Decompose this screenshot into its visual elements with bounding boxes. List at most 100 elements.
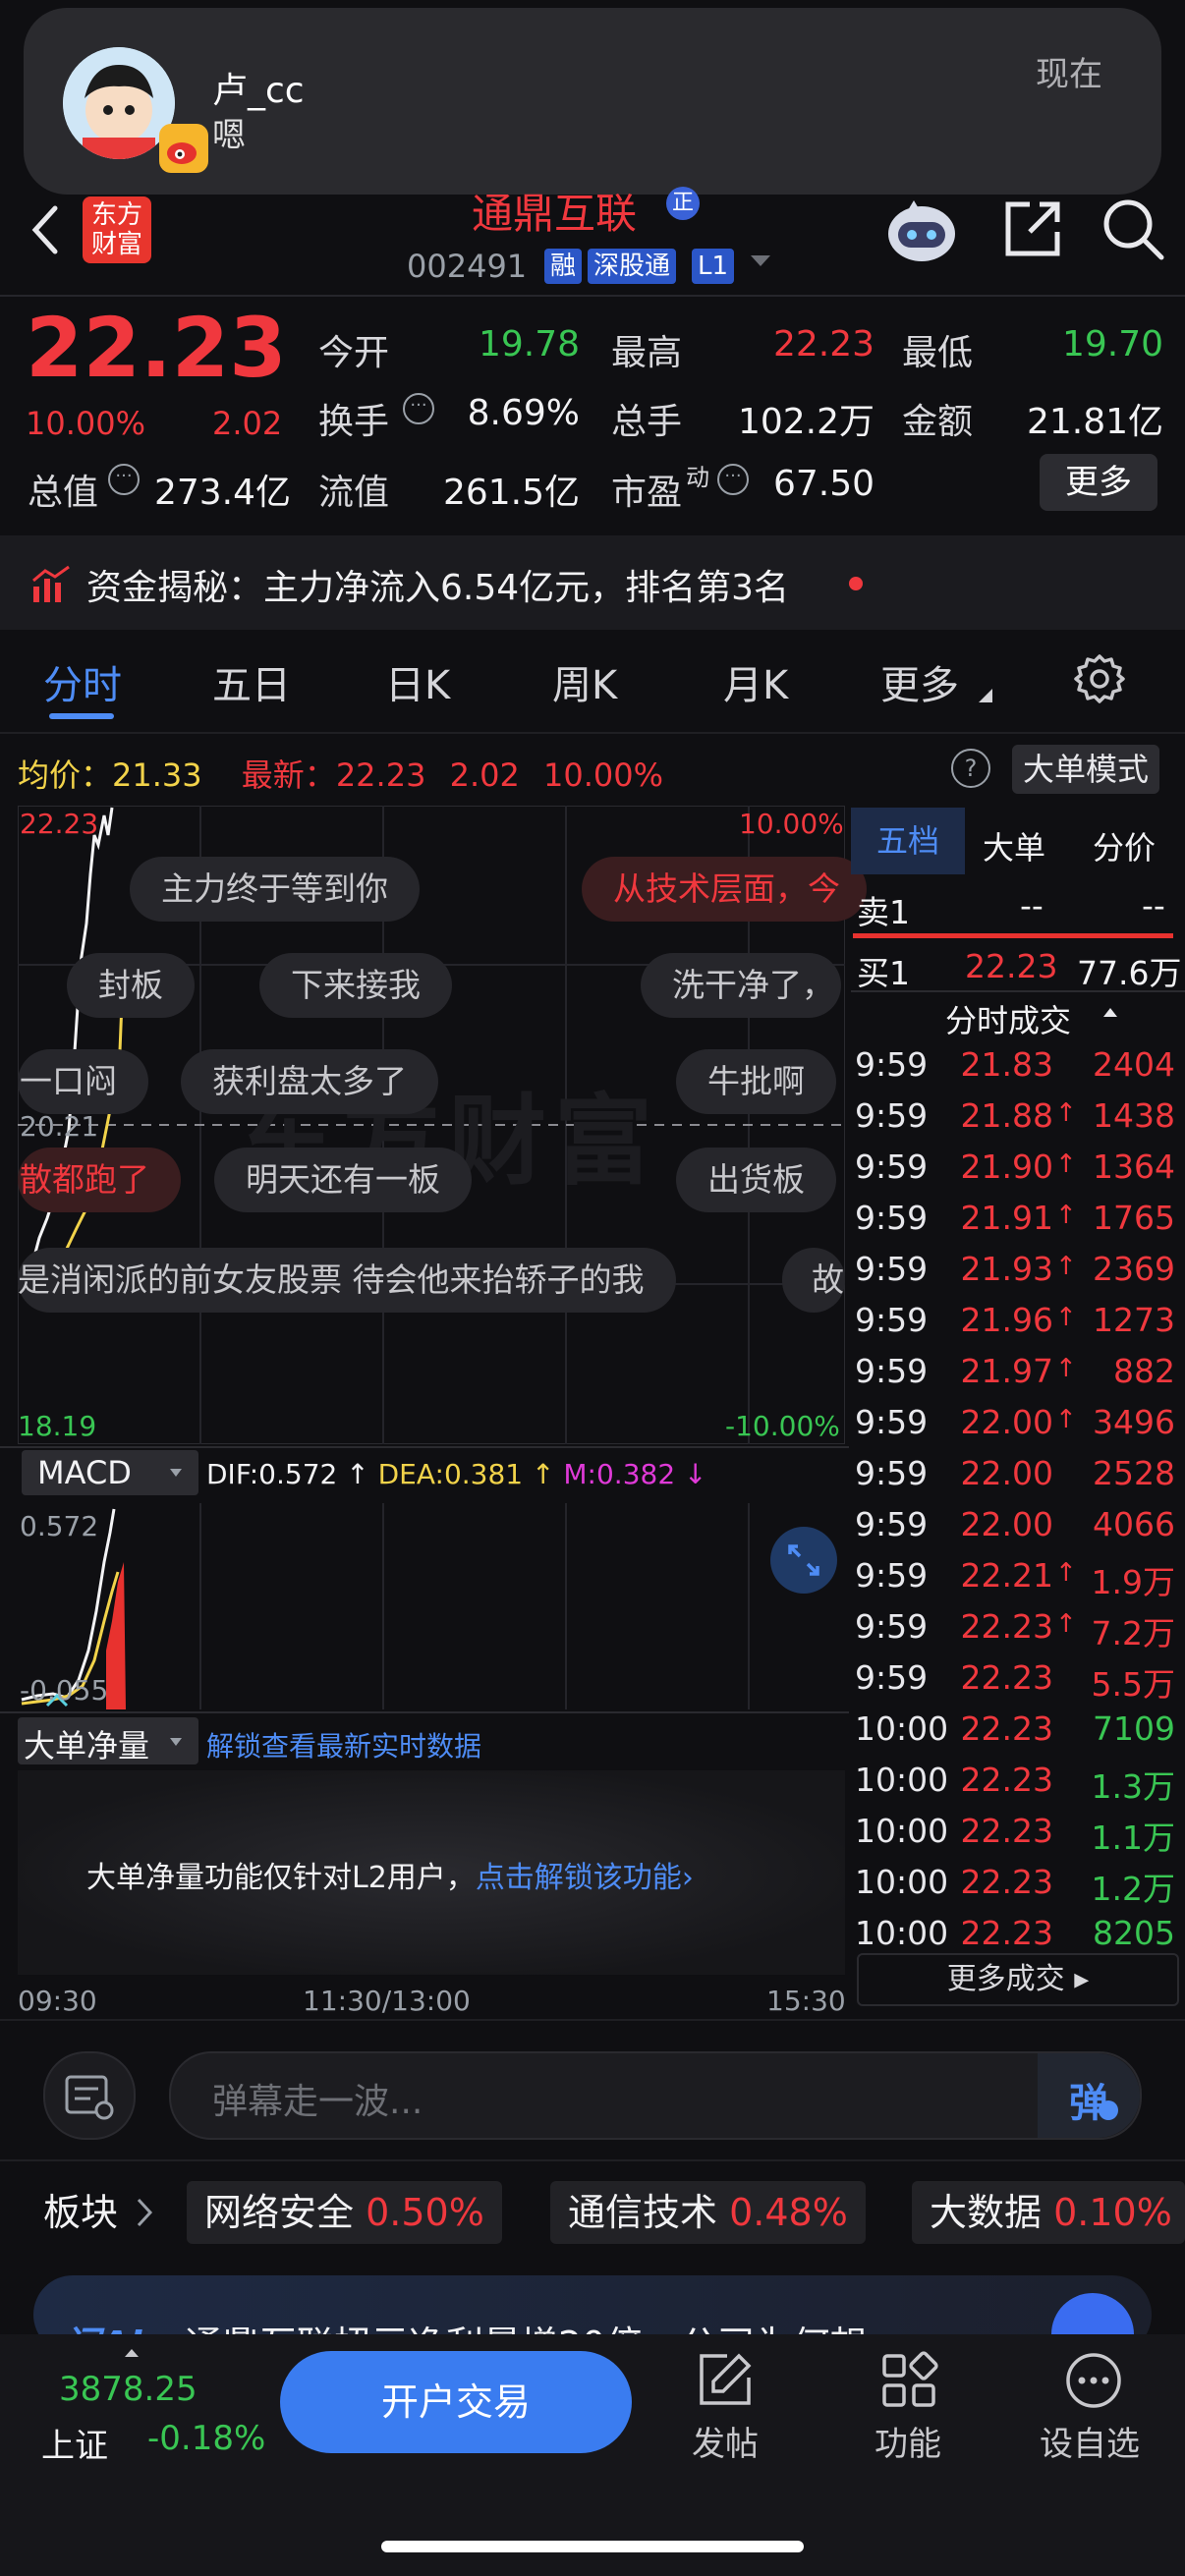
- tab-monthly-k[interactable]: 月K: [723, 653, 788, 710]
- label-amount: 金额: [902, 402, 974, 442]
- sector-chip-big-data[interactable]: 大数据 0.10%: [912, 2181, 1185, 2244]
- sector-name: 大数据: [930, 2191, 1043, 2234]
- danmu-bubble[interactable]: 牛批啊: [676, 1049, 836, 1114]
- tab-more[interactable]: 更多: [880, 653, 959, 710]
- danmu-bubble[interactable]: 一口闷: [18, 1049, 148, 1114]
- more-info-icon[interactable]: ···: [108, 464, 140, 495]
- trade-time: 9:59: [855, 1045, 929, 1084]
- open-account-trade-button[interactable]: 开户交易: [280, 2351, 632, 2453]
- trade-price: 22.23: [960, 1658, 1053, 1697]
- more-info-icon[interactable]: ···: [403, 393, 434, 424]
- tab-price-distribution[interactable]: 分价: [1093, 823, 1156, 868]
- robot-assistant-icon[interactable]: [884, 196, 959, 269]
- add-watchlist-label[interactable]: 设自选: [1040, 2417, 1140, 2465]
- trade-volume: 1.1万: [1091, 1819, 1175, 1857]
- chevron-down-icon[interactable]: [749, 253, 772, 273]
- fullscreen-expand-icon[interactable]: [770, 1527, 837, 1594]
- tag-level: L1: [692, 249, 735, 284]
- unlock-realtime-link[interactable]: 解锁查看最新实时数据: [206, 1725, 481, 1764]
- new-dot: [849, 577, 863, 590]
- sector-label[interactable]: 板块: [43, 2181, 118, 2244]
- arrow-down-icon: ↓: [675, 1458, 707, 1490]
- danmu-bubble[interactable]: 封板: [67, 953, 195, 1018]
- trade-time: 10:00: [855, 1812, 949, 1850]
- trade-row: 9:59 22.00 ↑ 3496: [855, 1399, 1179, 1450]
- trade-arrow-icon: ↑: [1055, 1405, 1077, 1434]
- trade-row: 10:00 22.23 1.3万: [855, 1757, 1179, 1808]
- trade-time: 9:59: [855, 1505, 929, 1543]
- tab-five-day[interactable]: 五日: [212, 653, 291, 710]
- danmu-bubble[interactable]: 主力终于等到你: [130, 857, 420, 922]
- more-trades-button[interactable]: 更多成交 ▸: [857, 1953, 1179, 2006]
- add-watchlist-icon[interactable]: [1063, 2350, 1124, 2415]
- tab-weekly-k[interactable]: 周K: [552, 653, 617, 710]
- caret-right-icon: ▸: [1064, 1962, 1090, 1996]
- settings-gear-icon[interactable]: [1073, 652, 1126, 709]
- danmu-bubble[interactable]: 从技术层面，今: [582, 857, 867, 922]
- big-order-select[interactable]: 大单净量: [18, 1717, 198, 1764]
- capital-flow-banner[interactable]: 资金揭秘：主力净流入6.54亿元，排名第3名: [0, 535, 1185, 630]
- macd-chart: [21, 1503, 750, 1709]
- weibo-icon: [159, 124, 208, 173]
- trade-price: 21.91: [960, 1199, 1053, 1237]
- index-name[interactable]: 上证: [41, 2419, 108, 2467]
- help-icon[interactable]: ?: [951, 749, 990, 788]
- tab-daily-k[interactable]: 日K: [385, 653, 450, 710]
- trade-row: 9:59 21.91 ↑ 1765: [855, 1195, 1179, 1246]
- search-icon[interactable]: [1100, 196, 1165, 265]
- notification-sender: 卢_cc: [212, 71, 305, 111]
- pct-axis-bottom: -10.00%: [725, 1410, 840, 1442]
- label-turnover: 换手: [318, 402, 390, 442]
- danmu-bubble[interactable]: 故: [782, 1248, 845, 1313]
- macd-m: M:0.382: [563, 1458, 676, 1490]
- trade-row: 10:00 22.23 1.1万: [855, 1808, 1179, 1859]
- sector-chip-network-security[interactable]: 网络安全 0.50%: [187, 2181, 502, 2244]
- y-axis-mid: 20.21: [20, 1110, 99, 1143]
- sector-name: 网络安全: [204, 2191, 355, 2234]
- danmu-bubble[interactable]: 明天还有一板: [214, 1148, 472, 1212]
- more-info-icon[interactable]: ···: [717, 464, 749, 495]
- buy1-label: 买1: [857, 954, 910, 992]
- label-high: 最高: [611, 333, 683, 373]
- tab-intraday[interactable]: 分时: [43, 653, 122, 710]
- post-edit-icon[interactable]: [694, 2350, 755, 2415]
- function-label[interactable]: 功能: [875, 2417, 941, 2465]
- danmu-bubble[interactable]: 获利盘太多了: [181, 1049, 438, 1114]
- unlock-feature-link[interactable]: 点击解锁该功能: [476, 1861, 682, 1895]
- trades-title: 分时成交: [945, 1002, 1072, 1039]
- trade-price: 21.88: [960, 1096, 1053, 1135]
- trade-arrow-icon: ↑: [1055, 1252, 1077, 1281]
- back-icon[interactable]: [26, 202, 65, 257]
- danmu-bubble[interactable]: 散都跑了: [18, 1148, 181, 1212]
- tab-big-order[interactable]: 大单: [983, 823, 1045, 868]
- macd-indicator-select[interactable]: MACD: [22, 1450, 198, 1495]
- sector-chip-telecom-tech[interactable]: 通信技术 0.48%: [550, 2181, 866, 2244]
- danmu-bubble[interactable]: 洗干净了，: [641, 953, 841, 1018]
- home-indicator[interactable]: [381, 2541, 804, 2552]
- trade-row: 9:59 21.97 ↑ 882: [855, 1348, 1179, 1399]
- function-grid-icon[interactable]: [878, 2350, 939, 2415]
- big-order-mode-button[interactable]: 大单模式: [1012, 745, 1159, 794]
- share-icon[interactable]: [1000, 196, 1065, 265]
- trade-volume: 1.9万: [1091, 1563, 1175, 1601]
- trade-price: 22.23: [960, 1607, 1053, 1646]
- tab-five-level[interactable]: 五档: [851, 808, 965, 874]
- danmu-bubble[interactable]: 下来接我: [259, 953, 452, 1018]
- more-quote-button[interactable]: 更多: [1040, 454, 1157, 511]
- trade-volume: 4066: [1093, 1505, 1175, 1543]
- capital-flow-text: 资金揭秘：主力净流入6.54亿元，排名第3名: [86, 568, 790, 608]
- index-percent[interactable]: -0.18%: [147, 2419, 265, 2458]
- trade-list[interactable]: 9:59 21.83 2404 9:59 21.88 ↑ 1438 9:59 21.90 ↑ 136…: [855, 1041, 1179, 1961]
- danmu-input[interactable]: 弹幕走一波... 弹: [169, 2051, 1142, 2140]
- danmu-send-button[interactable]: 弹: [1038, 2053, 1140, 2138]
- danmu-bubble[interactable]: 是消闲派的前女友股票 待会他来抬轿子的我: [18, 1248, 676, 1313]
- label-open: 今开: [318, 333, 390, 373]
- trade-volume: 5.5万: [1091, 1665, 1175, 1704]
- notification-banner[interactable]: 卢_cc 嗯 现在: [24, 8, 1161, 195]
- danmu-bubble[interactable]: 出货板: [676, 1148, 836, 1212]
- index-value[interactable]: 3878.25: [59, 2370, 198, 2409]
- danmu-settings-icon[interactable]: [43, 2051, 136, 2140]
- price-change: 2.02: [212, 405, 283, 442]
- value-amount: 21.81亿: [1026, 402, 1163, 442]
- post-label[interactable]: 发帖: [692, 2417, 759, 2465]
